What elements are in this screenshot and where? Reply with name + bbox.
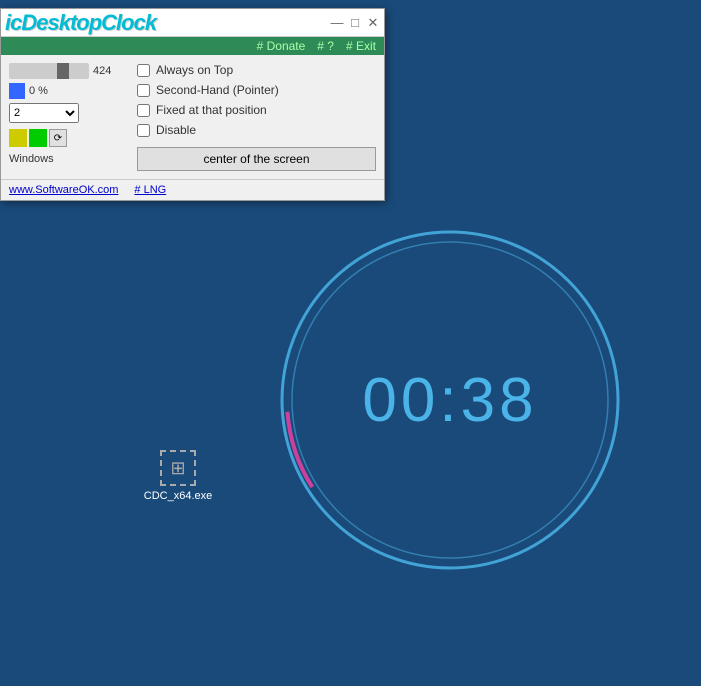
swatch-green[interactable]: [29, 129, 47, 147]
percent-text: 0 %: [29, 85, 48, 97]
clock-time-text: 00:38: [362, 365, 537, 436]
title-bar: icDesktopClock — □ ✕: [1, 9, 384, 37]
clock-widget: 00:38: [270, 220, 630, 580]
window-controls: — □ ✕: [330, 16, 380, 30]
lng-link[interactable]: # LNG: [134, 184, 166, 196]
fixed-position-checkbox[interactable]: [137, 104, 150, 117]
close-button[interactable]: ✕: [366, 16, 380, 30]
color-swatches: ⟳: [9, 129, 129, 147]
app-title-text: icDesktopClock: [5, 10, 156, 35]
swatch-yellow[interactable]: [9, 129, 27, 147]
desktop-icon-cdc[interactable]: ⊞ CDC_x64.exe: [148, 450, 208, 502]
desktop-icon-label: CDC_x64.exe: [144, 490, 212, 502]
slider-value: 424: [93, 65, 111, 77]
dropdown-select[interactable]: 2 1 3: [9, 103, 79, 123]
dropdown-row: 2 1 3: [9, 103, 129, 123]
app-title: icDesktopClock: [5, 10, 156, 36]
second-hand-checkbox[interactable]: [137, 84, 150, 97]
always-on-top-checkbox[interactable]: [137, 64, 150, 77]
always-on-top-label: Always on Top: [156, 63, 233, 77]
fixed-position-label: Fixed at that position: [156, 103, 267, 117]
footer: www.SoftwareOK.com # LNG: [1, 179, 384, 200]
desktop: 00:38 ⊞ CDC_x64.exe icDesktopClock — □ ✕…: [0, 0, 701, 686]
desktop-icon-image: ⊞: [160, 450, 196, 486]
maximize-button[interactable]: □: [348, 16, 362, 30]
disable-label: Disable: [156, 123, 196, 137]
center-screen-button[interactable]: center of the screen: [137, 147, 376, 171]
desktop-icon-glyph: ⊞: [170, 458, 185, 479]
left-panel: 424 0 % 2 1 3 ⟳ Wi: [9, 63, 129, 171]
second-hand-row: Second-Hand (Pointer): [137, 83, 376, 97]
os-label: Windows: [9, 153, 129, 165]
clock-time-display: 00:38: [270, 220, 630, 580]
app-window: icDesktopClock — □ ✕ # Donate # ? # Exit…: [0, 8, 385, 201]
color-bar: [9, 83, 25, 99]
website-link[interactable]: www.SoftwareOK.com: [9, 184, 118, 196]
help-link[interactable]: # ?: [317, 39, 334, 53]
percent-row: 0 %: [9, 83, 129, 99]
main-content: 424 0 % 2 1 3 ⟳ Wi: [1, 55, 384, 179]
exit-link[interactable]: # Exit: [346, 39, 376, 53]
second-hand-label: Second-Hand (Pointer): [156, 83, 279, 97]
fixed-position-row: Fixed at that position: [137, 103, 376, 117]
disable-row: Disable: [137, 123, 376, 137]
header-bar: # Donate # ? # Exit: [1, 37, 384, 55]
slider-row: 424: [9, 63, 129, 79]
minimize-button[interactable]: —: [330, 16, 344, 30]
disable-checkbox[interactable]: [137, 124, 150, 137]
always-on-top-row: Always on Top: [137, 63, 376, 77]
swatch-icon-btn[interactable]: ⟳: [49, 129, 67, 147]
donate-link[interactable]: # Donate: [257, 39, 306, 53]
size-slider[interactable]: [9, 63, 89, 79]
right-panel: Always on Top Second-Hand (Pointer) Fixe…: [137, 63, 376, 171]
